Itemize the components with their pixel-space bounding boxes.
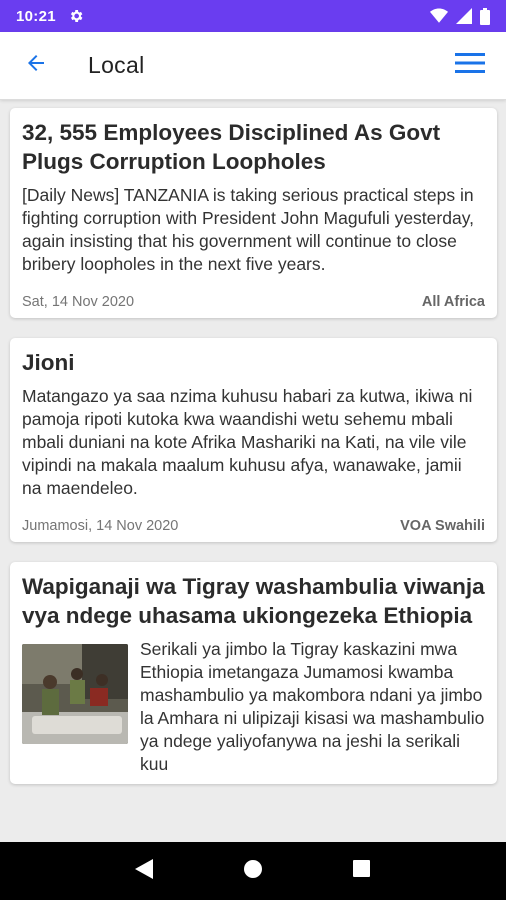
triangle-back-icon bbox=[135, 858, 154, 884]
hamburger-menu-icon bbox=[455, 52, 485, 79]
article-card[interactable]: Wapiganaji wa Tigray washambulia viwanja… bbox=[10, 562, 497, 784]
article-footer: Jumamosi, 14 Nov 2020 VOA Swahili bbox=[22, 518, 485, 534]
nav-home-button[interactable] bbox=[233, 851, 273, 891]
status-time: 10:21 bbox=[16, 7, 56, 25]
circle-home-icon bbox=[243, 859, 262, 883]
square-recents-icon bbox=[353, 860, 371, 882]
article-date: Jumamosi, 14 Nov 2020 bbox=[22, 518, 179, 534]
article-footer: Sat, 14 Nov 2020 All Africa bbox=[22, 294, 485, 310]
page-title: Local bbox=[88, 52, 145, 78]
article-thumbnail bbox=[22, 644, 128, 744]
signal-icon bbox=[456, 8, 472, 24]
battery-icon bbox=[480, 7, 490, 25]
nav-recents-button[interactable] bbox=[342, 851, 382, 891]
article-source: VOA Swahili bbox=[400, 518, 485, 534]
article-date: Sat, 14 Nov 2020 bbox=[22, 294, 135, 310]
menu-button[interactable] bbox=[450, 46, 490, 86]
article-title: Wapiganaji wa Tigray washambulia viwanja… bbox=[22, 574, 485, 628]
wifi-icon bbox=[430, 8, 448, 24]
article-source: All Africa bbox=[421, 294, 485, 310]
app-bar: Local bbox=[0, 32, 506, 100]
article-card[interactable]: 32, 555 Employees Disciplined As Govt Pl… bbox=[10, 108, 497, 318]
nav-back-button[interactable] bbox=[124, 851, 164, 891]
system-nav-bar bbox=[0, 842, 506, 900]
article-title: 32, 555 Employees Disciplined As Govt Pl… bbox=[22, 120, 441, 174]
news-feed[interactable]: 32, 555 Employees Disciplined As Govt Pl… bbox=[0, 100, 506, 842]
article-summary: [Daily News] TANZANIA is taking serious … bbox=[22, 185, 475, 274]
article-title: Jioni bbox=[22, 350, 75, 375]
gear-icon bbox=[68, 8, 84, 24]
arrow-left-icon bbox=[24, 51, 48, 80]
back-button[interactable] bbox=[16, 46, 56, 86]
status-bar: 10:21 bbox=[0, 0, 506, 32]
article-card[interactable]: Jioni Matangazo ya saa nzima kuhusu haba… bbox=[10, 338, 497, 542]
article-summary: Matangazo ya saa nzima kuhusu habari za … bbox=[22, 386, 473, 498]
article-summary: Serikali ya jimbo la Tigray kaskazini mw… bbox=[140, 639, 485, 774]
